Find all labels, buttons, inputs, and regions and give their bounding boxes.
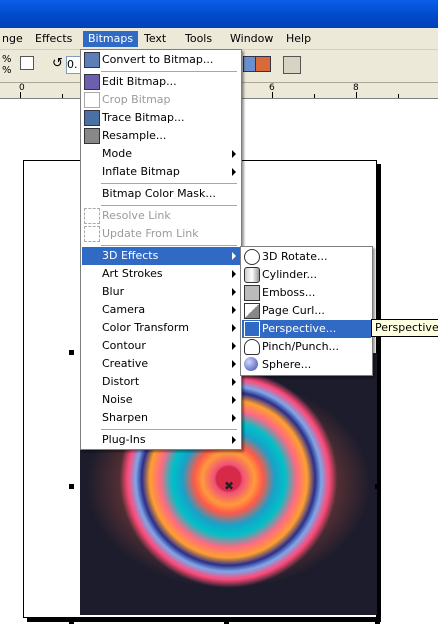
- submenu-arrow-icon: [232, 436, 236, 444]
- menu-item-noise[interactable]: Noise: [82, 391, 240, 409]
- menu-item-3d-effects[interactable]: 3D Effects: [82, 247, 240, 265]
- trace-bitmap-icon: [84, 110, 100, 126]
- perspective-icon: [244, 321, 260, 337]
- cylinder-icon: [244, 267, 260, 283]
- selection-handle[interactable]: [69, 619, 74, 624]
- menu-bitmaps[interactable]: Bitmaps: [83, 31, 139, 47]
- title-bar: [0, 0, 438, 28]
- menu-bar: nge Effects Bitmaps Text Tools Window He…: [0, 28, 438, 50]
- menu-item-cylinder[interactable]: Cylinder...: [242, 266, 371, 284]
- bitmaps-menu: Convert to Bitmap... Edit Bitmap... Crop…: [80, 49, 242, 450]
- menu-tools[interactable]: Tools: [180, 31, 217, 47]
- edit-bitmap-icon: [84, 74, 100, 90]
- menu-item-convert-to-bitmap[interactable]: Convert to Bitmap...: [82, 51, 240, 69]
- emboss-icon: [244, 285, 260, 301]
- menu-item-blur[interactable]: Blur: [82, 283, 240, 301]
- menu-item-emboss[interactable]: Emboss...: [242, 284, 371, 302]
- selection-handle[interactable]: [69, 350, 74, 355]
- submenu-arrow-icon: [232, 306, 236, 314]
- menu-item-art-strokes[interactable]: Art Strokes: [82, 265, 240, 283]
- pinch-punch-icon: [244, 339, 260, 355]
- convert-bitmap-icon: [84, 52, 100, 68]
- selection-handle[interactable]: [375, 619, 380, 624]
- menu-item-plug-ins[interactable]: Plug-Ins: [82, 431, 240, 449]
- selection-handle[interactable]: [69, 484, 74, 489]
- menu-item-bitmap-color-mask[interactable]: Bitmap Color Mask...: [82, 185, 240, 203]
- menu-item-mode[interactable]: Mode: [82, 145, 240, 163]
- menu-text[interactable]: Text: [139, 31, 171, 47]
- effect-icon[interactable]: [255, 56, 271, 72]
- crop-icon: [84, 92, 100, 108]
- tooltip: Perspective: [371, 319, 438, 337]
- submenu-arrow-icon: [232, 324, 236, 332]
- menu-item-sphere[interactable]: Sphere...: [242, 356, 371, 374]
- rotate-icon: ↺: [52, 56, 63, 71]
- menu-item-camera[interactable]: Camera: [82, 301, 240, 319]
- menu-item-update-from-link: Update From Link: [82, 225, 240, 243]
- resample-icon: [84, 128, 100, 144]
- update-link-icon: [84, 226, 100, 242]
- menu-item-sharpen[interactable]: Sharpen: [82, 409, 240, 427]
- submenu-arrow-icon: [232, 288, 236, 296]
- sphere-icon: [244, 357, 258, 371]
- menu-item-pinch-punch[interactable]: Pinch/Punch...: [242, 338, 371, 356]
- percent-icon[interactable]: %%: [2, 54, 12, 76]
- submenu-arrow-icon: [232, 270, 236, 278]
- menu-window[interactable]: Window: [225, 31, 278, 47]
- menu-item-page-curl[interactable]: Page Curl...: [242, 302, 371, 320]
- menu-effects[interactable]: Effects: [30, 31, 77, 47]
- menu-item-inflate-bitmap[interactable]: Inflate Bitmap: [82, 163, 240, 181]
- 3d-rotate-icon: [244, 249, 260, 265]
- submenu-arrow-icon: [232, 396, 236, 404]
- menu-arrange[interactable]: nge: [0, 31, 28, 47]
- menu-item-3d-rotate[interactable]: 3D Rotate...: [242, 248, 371, 266]
- resolve-link-icon: [84, 208, 100, 224]
- submenu-arrow-icon: [232, 168, 236, 176]
- page-curl-icon: [244, 303, 260, 319]
- menu-item-resample[interactable]: Resample...: [82, 127, 240, 145]
- menu-item-contour[interactable]: Contour: [82, 337, 240, 355]
- menu-item-color-transform[interactable]: Color Transform: [82, 319, 240, 337]
- menu-item-trace-bitmap[interactable]: Trace Bitmap...: [82, 109, 240, 127]
- options-icon[interactable]: [283, 56, 301, 74]
- menu-item-edit-bitmap[interactable]: Edit Bitmap...: [82, 73, 240, 91]
- menu-help[interactable]: Help: [281, 31, 316, 47]
- menu-item-resolve-link: Resolve Link: [82, 207, 240, 225]
- selection-handle[interactable]: [224, 619, 229, 624]
- submenu-arrow-icon: [232, 342, 236, 350]
- submenu-arrow-icon: [232, 378, 236, 386]
- menu-item-creative[interactable]: Creative: [82, 355, 240, 373]
- lock-ratio-icon[interactable]: [20, 56, 34, 70]
- submenu-arrow-icon: [232, 360, 236, 368]
- 3d-effects-submenu: 3D Rotate... Cylinder... Emboss... Page …: [240, 246, 373, 376]
- submenu-arrow-icon: [232, 150, 236, 158]
- menu-item-perspective[interactable]: Perspective...: [242, 320, 371, 338]
- selection-handle[interactable]: [375, 484, 380, 489]
- menu-item-distort[interactable]: Distort: [82, 373, 240, 391]
- submenu-arrow-icon: [232, 252, 236, 260]
- menu-item-crop-bitmap: Crop Bitmap: [82, 91, 240, 109]
- submenu-arrow-icon: [232, 414, 236, 422]
- center-x-marker: ✖: [224, 479, 235, 493]
